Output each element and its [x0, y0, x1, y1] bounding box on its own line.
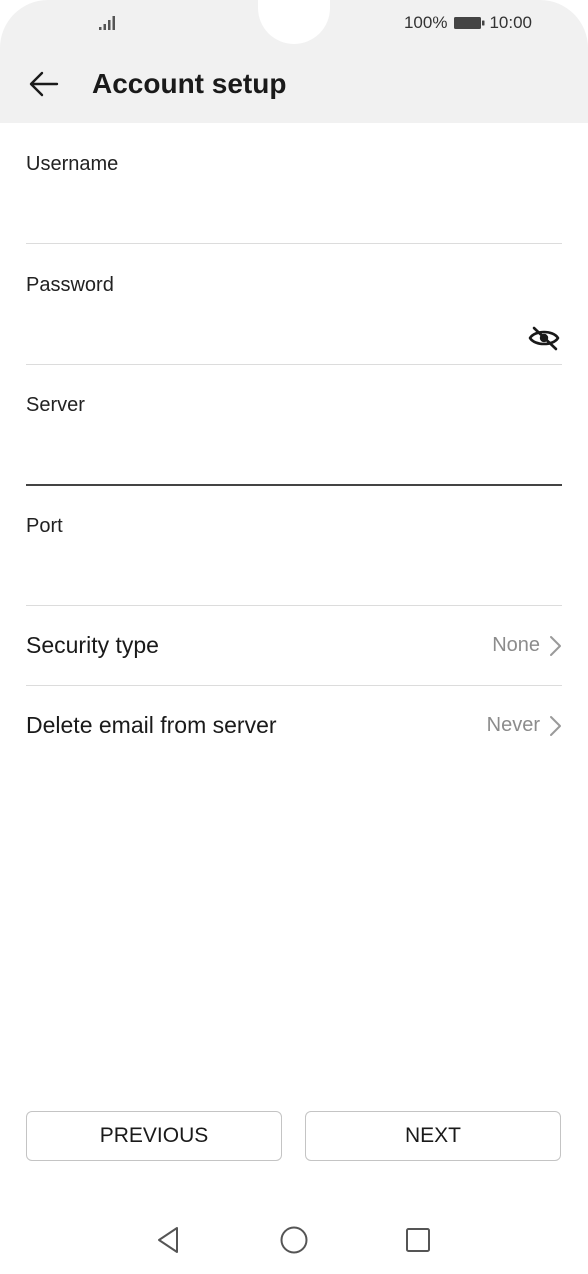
server-field: Server [26, 364, 562, 486]
nav-back-button[interactable] [150, 1222, 186, 1258]
eye-off-icon [528, 326, 560, 351]
password-field: Password [26, 244, 562, 365]
security-type-label: Security type [26, 632, 159, 658]
port-field: Port [26, 485, 562, 606]
port-label: Port [26, 515, 63, 537]
server-label: Server [26, 394, 85, 416]
signal-icon [99, 16, 115, 30]
password-input[interactable] [26, 304, 506, 354]
delete-email-value: Never [486, 714, 540, 736]
recents-square-icon [406, 1228, 430, 1252]
system-navigation-bar [0, 1210, 588, 1270]
status-bar-right: 100% 10:00 [404, 12, 532, 34]
status-time: 10:00 [489, 13, 532, 32]
next-button[interactable]: NEXT [305, 1111, 561, 1161]
password-label: Password [26, 274, 114, 296]
previous-button[interactable]: PREVIOUS [26, 1111, 282, 1161]
username-label: Username [26, 153, 119, 175]
server-input[interactable] [26, 424, 506, 474]
battery-icon [454, 17, 485, 29]
security-type-row[interactable]: Security type None [26, 606, 562, 686]
battery-percent: 100% [403, 13, 448, 32]
password-visibility-toggle[interactable] [526, 320, 562, 356]
security-type-value: None [492, 634, 540, 656]
delete-email-value-group: Never [487, 714, 562, 737]
arrow-left-icon [29, 71, 59, 97]
page-title: Account setup [92, 68, 287, 99]
username-input[interactable] [26, 183, 506, 233]
username-field: Username [26, 123, 562, 244]
chevron-right-icon [550, 715, 561, 736]
device-screen: 100% 10:00 Account setup Username Passwo… [0, 0, 588, 1274]
port-input[interactable] [26, 545, 506, 595]
delete-email-row[interactable]: Delete email from server Never [26, 686, 562, 765]
nav-home-button[interactable] [276, 1222, 312, 1258]
security-type-value-group: None [492, 634, 562, 657]
delete-email-label: Delete email from server [26, 712, 277, 738]
home-circle-icon [280, 1226, 308, 1254]
back-button[interactable] [22, 64, 66, 104]
back-triangle-icon [158, 1227, 178, 1253]
camera-notch [258, 0, 330, 44]
nav-recents-button[interactable] [400, 1222, 436, 1258]
chevron-right-icon [550, 635, 561, 656]
app-header: 100% 10:00 Account setup [0, 0, 588, 123]
